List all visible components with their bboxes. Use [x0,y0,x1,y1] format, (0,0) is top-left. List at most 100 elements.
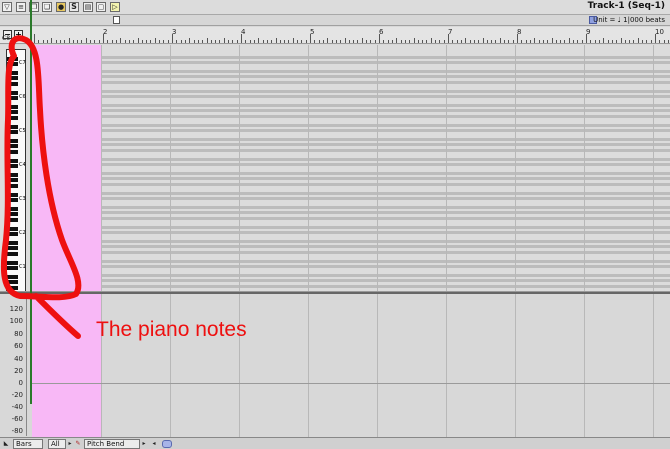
black-key[interactable] [7,144,18,149]
black-key[interactable] [7,252,18,256]
black-key[interactable] [7,82,18,86]
time-format-select[interactable]: Bars [13,439,43,449]
black-key[interactable] [7,90,18,95]
ruler-tick [608,40,609,43]
sequence-icon[interactable]: ● [56,2,66,12]
ruler-tick [297,40,298,43]
ruler-tick [280,40,281,43]
black-key[interactable] [7,286,18,290]
black-key[interactable] [7,212,18,217]
pitch-row [32,259,670,263]
ruler-tick [181,40,182,43]
ruler-tick [426,40,427,43]
controller-type-select[interactable]: Pitch Bend [84,439,140,449]
horizontal-scrollbar[interactable] [162,440,172,448]
black-key[interactable] [7,260,18,265]
ruler-tick [185,40,186,43]
black-key[interactable] [7,96,18,101]
ruler-tick [267,40,268,43]
black-key[interactable] [7,62,18,67]
ruler-tick [621,38,622,43]
ruler-note-label: C8 [2,35,11,42]
ruler-tick [366,40,367,43]
ruler-tick [422,40,423,43]
scroll-left-icon[interactable]: ◂ [150,439,158,449]
timeline-ruler[interactable]: − + C8 2 3 4 5 6 7 8 9 10 [0,27,670,44]
black-key[interactable] [7,110,18,115]
list-icon[interactable]: ≡ [16,2,26,12]
ruler-tick [276,38,277,43]
window-icon[interactable]: ▢ [96,2,106,12]
solo-button[interactable]: S [69,2,79,12]
ruler-tick [159,40,160,43]
annotation-text: The piano notes [96,318,247,341]
black-key[interactable] [7,124,18,129]
black-key[interactable] [7,150,18,154]
playhead[interactable] [30,0,32,404]
document-icon[interactable] [113,16,120,24]
controller-dropdown-icon[interactable]: ▸ [140,439,148,449]
stack-icon[interactable]: ❏ [42,2,52,12]
filter-select[interactable]: All [48,439,66,449]
track-icon[interactable]: ▤ [83,2,93,12]
black-key[interactable] [7,164,18,169]
black-key[interactable] [7,274,18,279]
ruler-tick [211,40,212,43]
ruler-tick [452,40,453,43]
pitch-row [32,143,670,147]
black-key[interactable] [7,172,18,177]
pitch-row [32,69,670,73]
black-key[interactable] [7,130,18,135]
pitch-row [32,251,670,254]
ruler-tick [228,40,229,43]
black-key[interactable] [7,218,18,222]
pitch-row [32,157,670,161]
black-key[interactable] [7,246,18,251]
ruler-tick [90,40,91,43]
octave-label: C3 [19,196,26,202]
pitch-row [32,81,670,84]
ruler-tick [521,40,522,43]
black-key[interactable] [7,280,18,285]
black-key[interactable] [7,240,18,245]
black-key[interactable] [7,56,18,61]
pitch-row [32,231,670,235]
black-key[interactable] [7,178,18,183]
ruler-tick [401,40,402,43]
play-icon[interactable]: ▷ [110,2,120,12]
black-key[interactable] [7,70,18,75]
black-key[interactable] [7,104,18,109]
ruler-tick [539,40,540,43]
ruler-tick [314,40,315,43]
controller-pane[interactable]: 120 100 80 60 40 20 0 -20 -40 -60 -80 [0,294,670,436]
zoom-in-button[interactable]: + [14,30,23,39]
black-key[interactable] [7,158,18,163]
black-key[interactable] [7,192,18,197]
pencil-icon[interactable]: ✎ [74,439,82,449]
filter-icon[interactable]: ▽ [2,2,12,12]
ruler-tick [491,40,492,43]
pitch-row [32,115,670,118]
black-key[interactable] [7,232,18,237]
black-key[interactable] [7,116,18,120]
resize-grip-icon[interactable]: ◣ [2,439,10,449]
ruler-tick [465,38,466,43]
black-key[interactable] [7,198,18,203]
pitch-row [32,123,670,127]
ruler-tick [474,40,475,43]
black-key[interactable] [7,184,18,188]
black-key[interactable] [7,138,18,143]
filter-dropdown-icon[interactable]: ▸ [66,439,74,449]
ruler-tick [651,40,652,43]
ruler-tick [508,40,509,43]
pitch-row [32,265,670,269]
ruler-tick [163,40,164,43]
black-key[interactable] [7,76,18,81]
piano-keyboard[interactable]: C7 C6 C5 C4 C3 C2 C1 [6,49,26,292]
ruler-tick [138,38,139,43]
black-key[interactable] [7,226,18,231]
octave-label: C4 [19,162,26,168]
black-key[interactable] [7,206,18,211]
octave-label: C5 [19,128,26,134]
black-key[interactable] [7,266,18,271]
